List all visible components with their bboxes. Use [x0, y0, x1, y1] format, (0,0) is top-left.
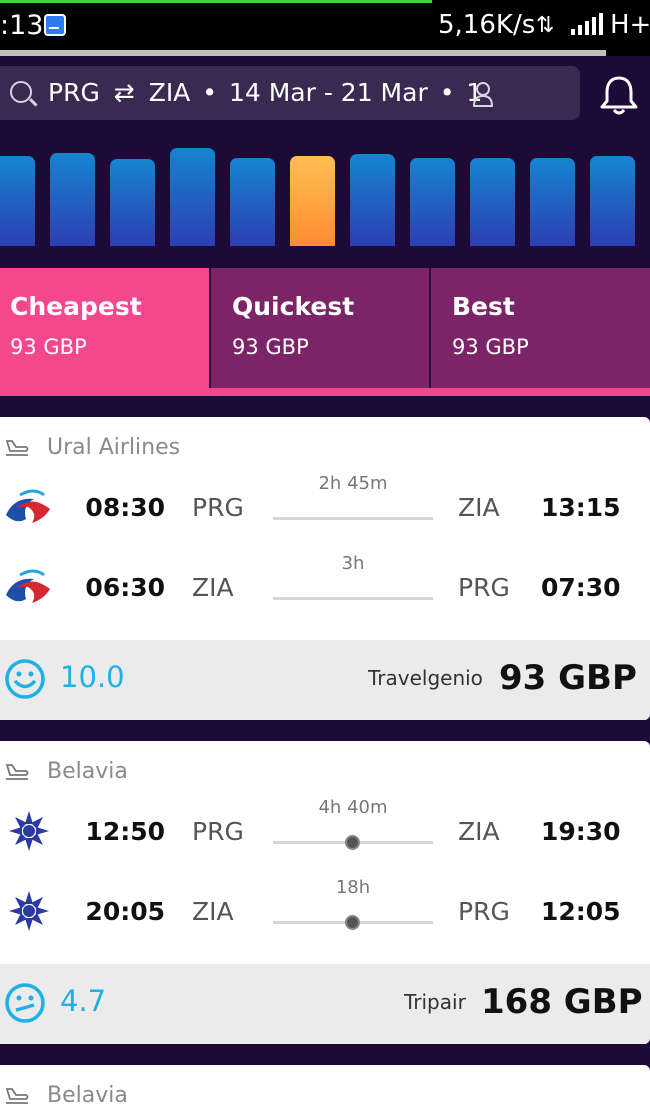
flight-duration: 18h: [335, 877, 371, 898]
arrival-airport: ZIA: [458, 493, 500, 522]
tab-label: Quickest: [232, 292, 355, 321]
origin-code: PRG: [48, 78, 100, 107]
happy-smiley-icon: [5, 659, 45, 699]
tab-price: 93 GBP: [452, 335, 529, 359]
flight-result-card[interactable]: Belavia 12:50 PRG 4h 40m ZIA 19:30 20:05…: [0, 741, 650, 1044]
arrival-time: 19:30: [541, 817, 621, 846]
price-bar[interactable]: [470, 158, 515, 246]
return-leg: 06:30 ZIA 3h PRG 07:30: [0, 549, 650, 629]
price-calendar-bars[interactable]: [0, 140, 650, 246]
separator: •: [439, 78, 455, 107]
belavia-logo-icon: [9, 811, 49, 851]
airline-row: Ural Airlines: [0, 417, 650, 477]
airline-row: Belavia: [0, 1065, 650, 1114]
airline-name: Belavia: [47, 1083, 128, 1108]
price-alert-bell-icon[interactable]: [598, 74, 640, 116]
airplane-icon: [5, 764, 29, 780]
price-bar[interactable]: [230, 158, 275, 246]
arrival-airport: PRG: [458, 897, 510, 926]
tab-price: 93 GBP: [10, 335, 87, 359]
booking-provider: Tripair: [404, 990, 466, 1014]
arrival-time: 13:15: [541, 493, 621, 522]
outbound-leg: 12:50 PRG 4h 40m ZIA 19:30: [0, 793, 650, 873]
belavia-logo-icon: [9, 891, 49, 931]
tab-best[interactable]: Best 93 GBP: [431, 268, 650, 388]
airline-name: Ural Airlines: [47, 435, 181, 460]
departure-time: 12:50: [85, 817, 165, 846]
tab-quickest[interactable]: Quickest 93 GBP: [211, 268, 429, 388]
price-bar[interactable]: [50, 153, 95, 246]
separator: •: [202, 78, 217, 107]
arrival-airport: PRG: [458, 573, 510, 602]
route-line: [273, 517, 433, 520]
flight-duration: 2h 45m: [318, 473, 388, 494]
departure-airport: PRG: [192, 493, 244, 522]
price-footer: 4.7 Tripair 168 GBP: [0, 964, 650, 1044]
fare-price: 93 GBP: [499, 658, 637, 698]
airline-name: Belavia: [47, 759, 128, 784]
status-divider: [0, 50, 606, 56]
departure-airport: ZIA: [192, 573, 234, 602]
sort-tabs: Cheapest 93 GBP Quickest 93 GBP Best 93 …: [0, 268, 650, 396]
ural-airlines-logo-icon: [6, 569, 50, 603]
stopover-marker: [345, 915, 360, 930]
departure-time: 08:30: [85, 493, 165, 522]
active-tab-indicator: [0, 388, 650, 396]
departure-time: 20:05: [85, 897, 165, 926]
price-bar[interactable]: [590, 156, 635, 246]
flight-duration: 3h: [341, 553, 365, 574]
network-type: H+: [610, 10, 650, 40]
price-bar[interactable]: [410, 158, 455, 246]
price-bar[interactable]: [530, 158, 575, 246]
flight-result-card[interactable]: Ural Airlines 08:30 PRG 2h 45m ZIA 13:15…: [0, 417, 650, 720]
route-line: [273, 597, 433, 600]
messenger-icon: [44, 14, 66, 36]
price-bar-selected[interactable]: [290, 156, 335, 246]
price-bar[interactable]: [0, 156, 35, 246]
person-icon: [472, 82, 494, 107]
status-bar: :13 5,16K/s ⇅ H+: [0, 0, 650, 56]
tab-label: Best: [452, 292, 515, 321]
search-summary-bar[interactable]: PRG ⇄ ZIA • 14 Mar - 21 Mar • 1: [0, 66, 580, 120]
departure-time: 06:30: [85, 573, 165, 602]
search-query: PRG ⇄ ZIA • 14 Mar - 21 Mar • 1: [48, 78, 482, 107]
search-icon: [10, 81, 32, 103]
airline-row: Belavia: [0, 741, 650, 801]
data-transfer-icon: ⇅: [536, 13, 555, 38]
status-time: :13: [0, 10, 44, 41]
departure-airport: PRG: [192, 817, 244, 846]
stopover-marker: [345, 835, 360, 850]
price-bar[interactable]: [350, 154, 395, 246]
departure-airport: ZIA: [192, 897, 234, 926]
signal-icon: [571, 13, 603, 35]
outbound-leg: 08:30 PRG 2h 45m ZIA 13:15: [0, 469, 650, 549]
arrival-airport: ZIA: [458, 817, 500, 846]
rating-score: 10.0: [60, 660, 125, 694]
swap-icon: ⇄: [113, 78, 135, 107]
neutral-smiley-icon: [5, 983, 45, 1023]
price-bar[interactable]: [170, 148, 215, 246]
tab-label: Cheapest: [10, 292, 142, 321]
network-speed: 5,16K/s: [438, 10, 536, 40]
tab-price: 93 GBP: [232, 335, 309, 359]
airplane-icon: [5, 440, 29, 456]
price-footer: 10.0 Travelgenio 93 GBP: [0, 640, 650, 720]
tab-cheapest[interactable]: Cheapest 93 GBP: [0, 268, 209, 388]
return-leg: 20:05 ZIA 18h PRG 12:05: [0, 873, 650, 953]
fare-price: 168 GBP: [481, 982, 643, 1022]
rating-score: 4.7: [60, 984, 107, 1018]
destination-code: ZIA: [148, 78, 191, 107]
flight-duration: 4h 40m: [318, 797, 388, 818]
arrival-time: 12:05: [541, 897, 621, 926]
arrival-time: 07:30: [541, 573, 621, 602]
price-bar[interactable]: [110, 159, 155, 246]
booking-provider: Travelgenio: [368, 666, 483, 690]
travel-dates: 14 Mar - 21 Mar: [228, 78, 428, 107]
ural-airlines-logo-icon: [6, 489, 50, 523]
loading-progress: [0, 0, 432, 3]
airplane-icon: [5, 1088, 29, 1104]
flight-result-card[interactable]: Belavia: [0, 1065, 650, 1114]
